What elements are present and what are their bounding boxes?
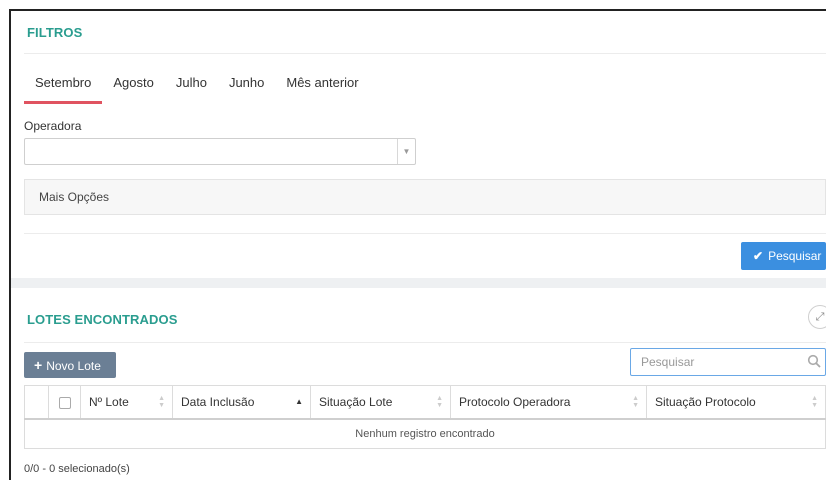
table-header-row: Nº Lote ▲ ▼ Data Inclusão ▲ Situação Lote… — [24, 385, 826, 420]
sort-icon: ▲ ▼ — [436, 395, 443, 409]
column-header-protocolo-operadora[interactable]: Protocolo Operadora ▲ ▼ — [450, 385, 647, 420]
novo-lote-label: Novo Lote — [46, 359, 101, 373]
selection-status: 0/0 - 0 selecionado(s) — [24, 463, 130, 475]
divider — [24, 342, 826, 343]
sort-icon: ▲ ▼ — [632, 395, 639, 409]
search-input[interactable] — [631, 349, 801, 375]
divider — [24, 233, 826, 234]
month-tabs: Setembro Agosto Julho Junho Mês anterior — [24, 74, 370, 104]
pesquisar-button[interactable]: ✔ Pesquisar — [741, 242, 826, 270]
column-header-label: Protocolo Operadora — [459, 394, 571, 409]
lotes-table: Nº Lote ▲ ▼ Data Inclusão ▲ Situação Lote… — [24, 385, 826, 449]
column-header-nlote[interactable]: Nº Lote ▲ ▼ — [80, 385, 173, 420]
tab-julho[interactable]: Julho — [165, 74, 218, 104]
plus-icon: + — [34, 357, 43, 373]
novo-lote-button[interactable]: + Novo Lote — [24, 352, 116, 378]
filtros-title: FILTROS — [27, 25, 83, 40]
operadora-select[interactable]: ▼ — [24, 138, 416, 165]
mais-opcoes-label: Mais Opções — [39, 190, 110, 204]
sort-icon: ▲ ▼ — [811, 395, 818, 409]
column-header-situacao-protocolo[interactable]: Situação Protocolo ▲ ▼ — [646, 385, 826, 420]
column-expander — [24, 385, 49, 420]
column-select-all — [48, 385, 81, 420]
column-header-label: Data Inclusão — [181, 394, 255, 409]
column-header-situacao-lote[interactable]: Situação Lote ▲ ▼ — [310, 385, 451, 420]
tab-setembro[interactable]: Setembro — [24, 74, 103, 104]
tab-mes-anterior[interactable]: Mês anterior — [275, 74, 369, 104]
expand-icon[interactable]: ⤢ — [808, 305, 826, 329]
column-header-label: Nº Lote — [89, 394, 129, 409]
search-box — [630, 348, 826, 376]
column-header-label: Situação Lote — [319, 394, 393, 409]
column-header-data-inclusao[interactable]: Data Inclusão ▲ — [172, 385, 311, 420]
section-gap — [11, 278, 826, 288]
lotes-title: LOTES ENCONTRADOS — [27, 312, 178, 327]
operadora-label: Operadora — [24, 119, 82, 133]
search-icon[interactable] — [807, 354, 821, 368]
tab-junho[interactable]: Junho — [218, 74, 275, 104]
chevron-down-icon: ▼ — [397, 139, 415, 164]
check-icon: ✔ — [753, 249, 764, 263]
sort-ascending-icon: ▲ — [295, 397, 303, 406]
column-header-label: Situação Protocolo — [655, 394, 756, 409]
select-all-checkbox[interactable] — [58, 396, 71, 409]
mais-opcoes-toggle[interactable]: Mais Opções — [24, 179, 826, 215]
divider — [24, 53, 826, 54]
pesquisar-label: Pesquisar — [768, 249, 822, 263]
empty-message: Nenhum registro encontrado — [24, 418, 826, 449]
sort-icon: ▲ ▼ — [158, 395, 165, 409]
table-row: Nenhum registro encontrado — [24, 418, 826, 449]
tab-agosto[interactable]: Agosto — [102, 74, 164, 104]
